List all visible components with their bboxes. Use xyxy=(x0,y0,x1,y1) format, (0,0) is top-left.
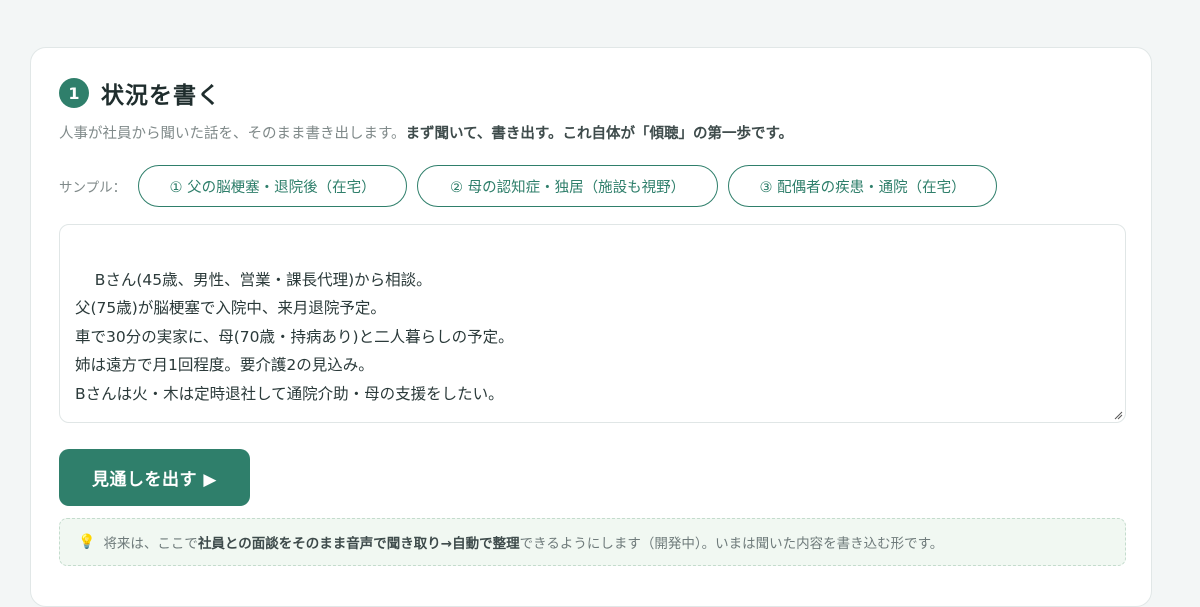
sample-chip-mother-dementia[interactable]: ② 母の認知症・独居（施設も視野） xyxy=(417,165,719,207)
note-text-2: できるようにします（開発中）。いまは聞いた内容を書き込む形です。 xyxy=(519,536,944,552)
future-feature-note: 💡 将来は、ここで 社員との面談をそのまま音声で聞き取り→自動で整理 できるようにし… xyxy=(59,518,1126,566)
step-description: 人事が社員から聞いた話を、そのまま書き出します。まず聞いて、書き出す。これ自体が… xyxy=(59,122,793,143)
situation-text: Bさん(45歳、男性、営業・課長代理)から相談。 父(75歳)が脳梗塞で入院中、… xyxy=(75,270,514,403)
description-emphasis: まず聞いて、書き出す。これ自体が「傾聴」の第一歩です。 xyxy=(405,126,794,142)
note-text-1: 将来は、ここで xyxy=(103,536,198,552)
sample-row: サンプル： ① 父の脳梗塞・退院後（在宅） ② 母の認知症・独居（施設も視野） … xyxy=(59,164,1007,208)
sample-label: サンプル： xyxy=(59,180,127,196)
step-title: 状況を書く xyxy=(101,83,221,109)
note-emphasis: 社員との面談をそのまま音声で聞き取り→自動で整理 xyxy=(197,536,520,552)
step-number-badge: 1 xyxy=(59,78,89,108)
sample-chip-spouse-illness[interactable]: ③ 配偶者の疾患・通院（在宅） xyxy=(728,165,998,207)
get-outlook-button[interactable]: 見通しを出す ▶ xyxy=(59,449,250,506)
situation-card: 1 状況を書く 人事が社員から聞いた話を、そのまま書き出します。まず聞いて、書き… xyxy=(30,47,1152,607)
resize-handle-icon[interactable] xyxy=(1113,410,1123,420)
lightbulb-icon: 💡 xyxy=(78,534,96,550)
step-header: 1 状況を書く xyxy=(59,78,221,109)
sample-chip-father-stroke[interactable]: ① 父の脳梗塞・退院後（在宅） xyxy=(138,165,408,207)
description-text: 人事が社員から聞いた話を、そのまま書き出します。 xyxy=(59,126,406,142)
situation-textarea[interactable]: Bさん(45歳、男性、営業・課長代理)から相談。 父(75歳)が脳梗塞で入院中、… xyxy=(59,224,1126,423)
